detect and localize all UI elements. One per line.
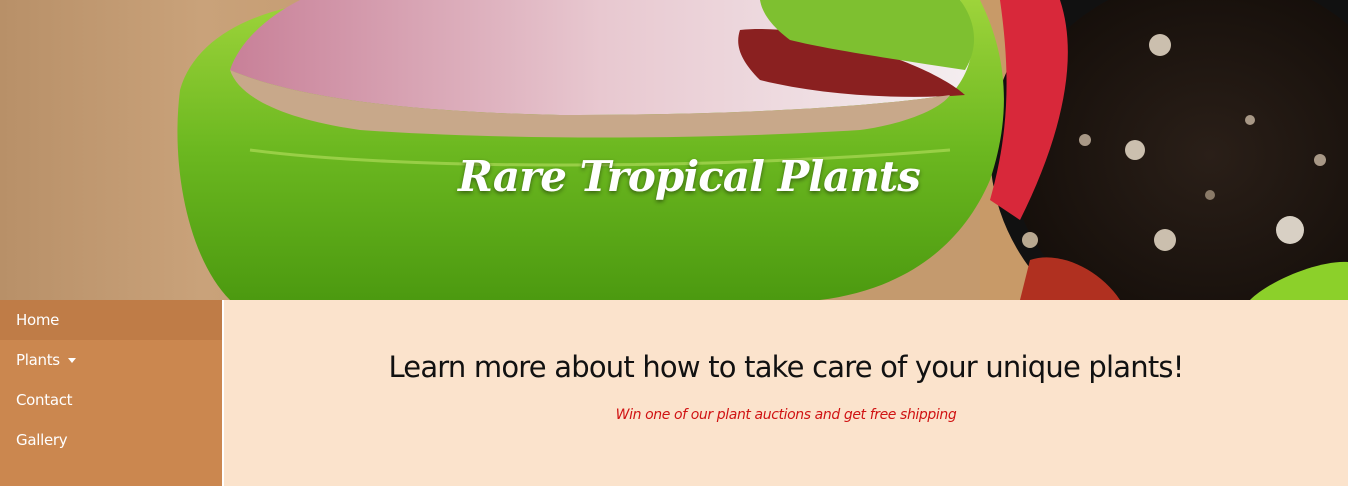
hero-image — [0, 0, 1348, 300]
sidebar-item-label: Plants — [16, 351, 60, 369]
main-content: Learn more about how to take care of you… — [224, 300, 1348, 486]
sidebar-item-label: Contact — [16, 391, 73, 409]
sidebar-item-contact[interactable]: Contact — [0, 380, 222, 420]
sidebar-item-plants[interactable]: Plants — [0, 340, 222, 380]
sidebar-item-home[interactable]: Home — [0, 300, 222, 340]
sidebar-item-gallery[interactable]: Gallery — [0, 420, 222, 460]
promo-text: Win one of our plant auctions and get fr… — [615, 407, 957, 423]
sidebar-nav: Home Plants Contact Gallery — [0, 300, 222, 486]
sidebar-item-label: Gallery — [16, 431, 68, 449]
caret-down-icon — [67, 358, 76, 363]
site-title: Rare Tropical Plants — [458, 152, 921, 201]
main-heading: Learn more about how to take care of you… — [388, 350, 1184, 384]
sidebar-item-label: Home — [16, 311, 60, 329]
hero-banner: Rare Tropical Plants — [0, 0, 1348, 300]
